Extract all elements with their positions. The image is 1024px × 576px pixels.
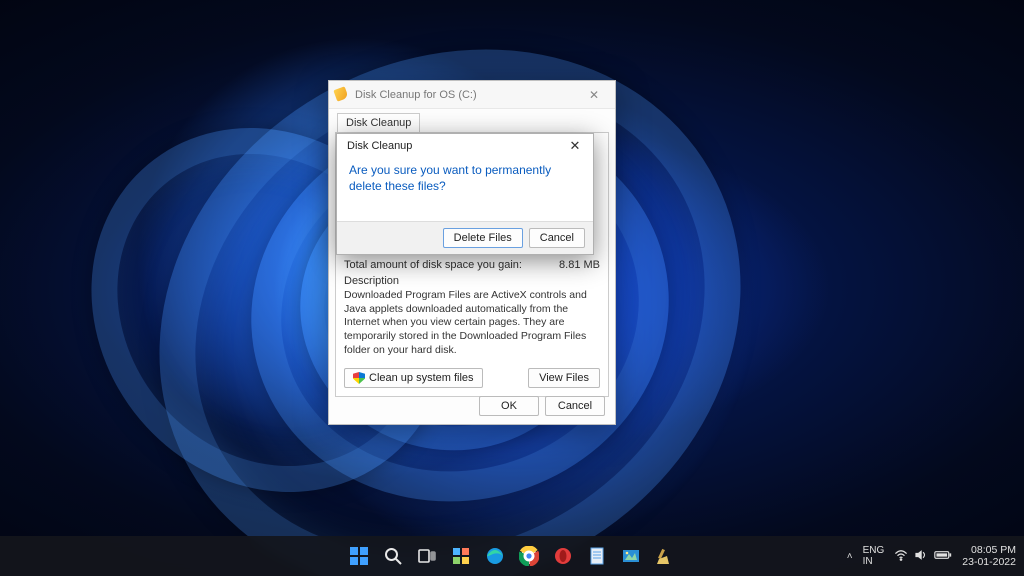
photos-icon[interactable] <box>617 542 645 570</box>
taskbar-center <box>345 542 679 570</box>
cleanup-system-files-label: Clean up system files <box>369 372 474 384</box>
description-label: Description <box>344 275 600 287</box>
delete-files-button[interactable]: Delete Files <box>443 228 523 248</box>
tab-disk-cleanup[interactable]: Disk Cleanup <box>337 113 420 132</box>
ok-button[interactable]: OK <box>479 396 539 416</box>
time: 08:05 PM <box>962 544 1016 556</box>
wifi-icon[interactable] <box>894 548 908 565</box>
total-space-label: Total amount of disk space you gain: <box>344 259 522 271</box>
taskbar[interactable]: ˄ ENG IN 08:05 PM 23-01-2022 <box>0 536 1024 576</box>
edge-icon[interactable] <box>481 542 509 570</box>
close-icon[interactable]: ✕ <box>579 88 609 102</box>
description-text: Downloaded Program Files are ActiveX con… <box>344 289 600 357</box>
task-view-icon[interactable] <box>413 542 441 570</box>
clock[interactable]: 08:05 PM 23-01-2022 <box>962 544 1016 568</box>
language-bottom: IN <box>863 556 885 567</box>
dialog-cancel-button[interactable]: Cancel <box>529 228 585 248</box>
chrome-icon[interactable] <box>515 542 543 570</box>
titlebar[interactable]: Disk Cleanup for OS (C:) ✕ <box>329 81 615 109</box>
dialog-message: Are you sure you want to permanently del… <box>337 156 593 221</box>
shield-icon <box>353 372 365 384</box>
disk-cleanup-taskbar-icon[interactable] <box>651 542 679 570</box>
confirm-dialog: Disk Cleanup ✕ Are you sure you want to … <box>336 133 594 255</box>
close-icon[interactable]: ✕ <box>563 138 587 154</box>
tab-strip: Disk Cleanup <box>329 109 615 132</box>
cleanup-system-files-button[interactable]: Clean up system files <box>344 368 483 388</box>
system-tray[interactable]: ˄ ENG IN 08:05 PM 23-01-2022 <box>847 536 1016 576</box>
chevron-up-icon[interactable]: ˄ <box>847 551 853 562</box>
language-indicator[interactable]: ENG IN <box>863 545 885 567</box>
opera-icon[interactable] <box>549 542 577 570</box>
disk-cleanup-icon <box>335 88 349 102</box>
start-button[interactable] <box>345 542 373 570</box>
cancel-button[interactable]: Cancel <box>545 396 605 416</box>
view-files-button[interactable]: View Files <box>528 368 600 388</box>
language-top: ENG <box>863 545 885 556</box>
date: 23-01-2022 <box>962 556 1016 568</box>
volume-icon[interactable] <box>914 548 928 565</box>
total-space-value: 8.81 MB <box>559 259 600 271</box>
battery-icon[interactable] <box>934 549 952 564</box>
notepad-icon[interactable] <box>583 542 611 570</box>
dialog-title: Disk Cleanup <box>347 140 412 152</box>
widgets-icon[interactable] <box>447 542 475 570</box>
window-title: Disk Cleanup for OS (C:) <box>355 89 477 101</box>
search-icon[interactable] <box>379 542 407 570</box>
